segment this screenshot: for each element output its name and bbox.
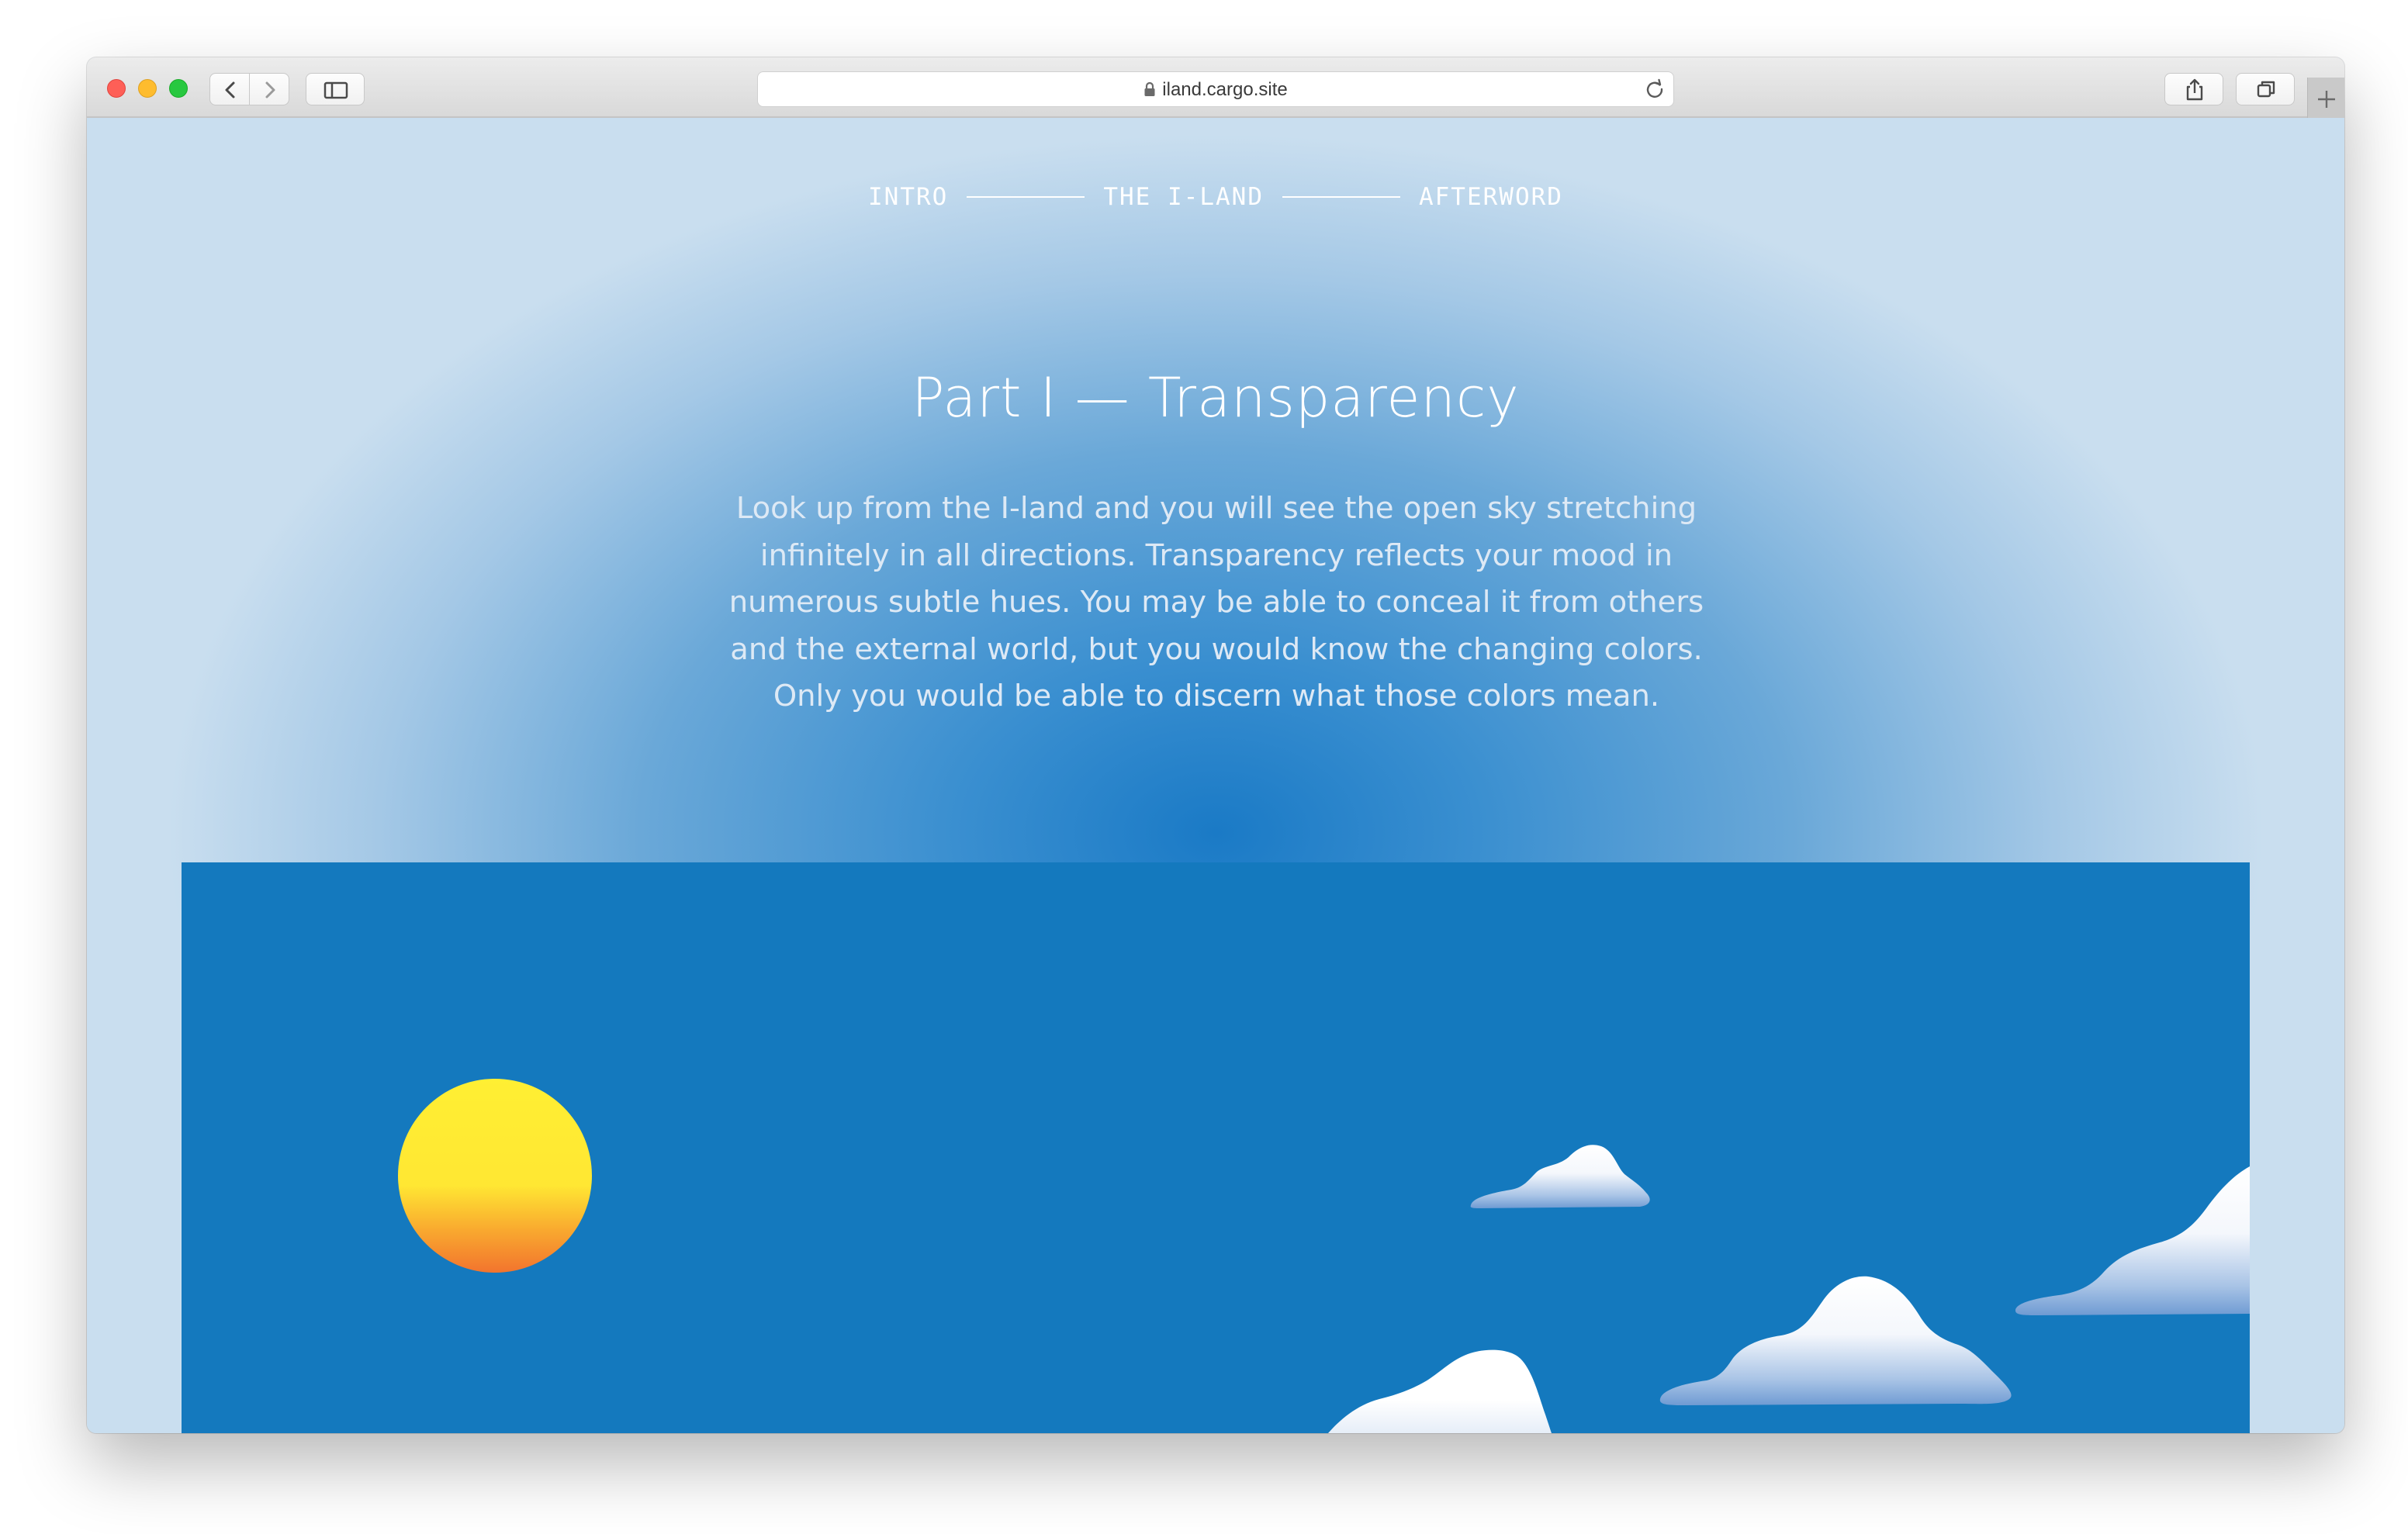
address-bar[interactable]: iland.cargo.site (757, 71, 1674, 107)
share-icon (2186, 78, 2203, 101)
browser-toolbar: iland.cargo.site (87, 57, 2344, 118)
close-window-button[interactable] (107, 79, 126, 98)
nav-divider (1282, 196, 1400, 198)
section-title: Part I — Transparency (912, 366, 1520, 430)
browser-window: iland.cargo.site INTRO THE I-LAND AFTERW… (87, 57, 2344, 1433)
sky-scene (398, 1079, 2250, 1433)
site-navigation: INTRO THE I-LAND AFTERWORD (87, 183, 2344, 211)
forward-icon (265, 81, 275, 98)
cloud-edge (2015, 1166, 2250, 1315)
share-button[interactable] (2164, 73, 2223, 105)
minimize-window-button[interactable] (138, 79, 157, 98)
nav-link-afterword[interactable]: AFTERWORD (1419, 183, 1563, 211)
plus-icon (2318, 91, 2335, 108)
tabs-icon (2257, 81, 2275, 98)
cloud-medium (1659, 1276, 2012, 1405)
page-content: INTRO THE I-LAND AFTERWORD Part I — Transp… (87, 118, 2344, 1433)
sidebar-toggle-button[interactable] (306, 73, 365, 105)
back-icon (225, 81, 235, 98)
cloud-bottom (1328, 1349, 1552, 1433)
url-text: iland.cargo.site (1162, 79, 1288, 100)
forward-button[interactable] (249, 73, 289, 105)
nav-divider (967, 196, 1085, 198)
tab-overview-button[interactable] (2236, 73, 2295, 105)
cloud-small (1470, 1145, 1650, 1208)
sidebar-icon (323, 81, 348, 99)
zoom-window-button[interactable] (169, 79, 188, 98)
section-body: Look up from the I-land and you will see… (728, 491, 1704, 713)
new-tab-button[interactable] (2307, 78, 2344, 118)
reload-icon[interactable] (1642, 77, 1667, 102)
lock-icon (1144, 81, 1155, 96)
sun (398, 1079, 592, 1273)
back-button[interactable] (209, 73, 250, 105)
sky-illustration (182, 862, 2250, 1433)
address-display: iland.cargo.site (758, 79, 1673, 101)
nav-link-the-i-land[interactable]: THE I-LAND (1103, 183, 1264, 211)
nav-link-intro[interactable]: INTRO (868, 183, 948, 211)
